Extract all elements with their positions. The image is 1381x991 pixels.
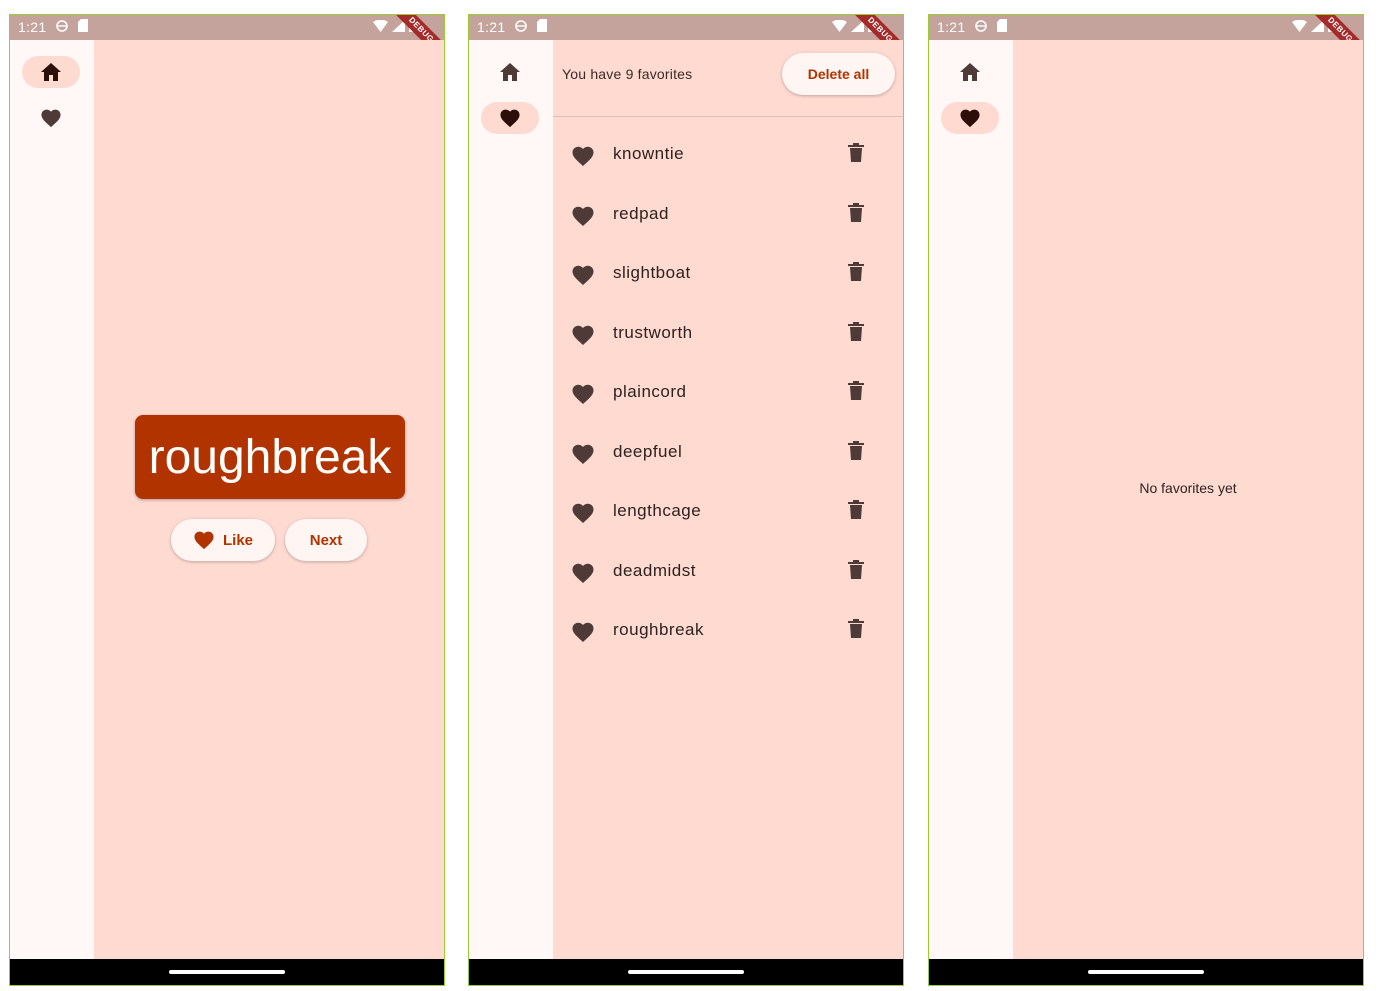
sync-icon [515, 19, 527, 32]
favorite-name: lengthcage [613, 501, 702, 520]
rail-item-favorites[interactable] [941, 102, 999, 134]
favorite-list-item: roughbreak [553, 601, 903, 661]
rail-item-home[interactable] [22, 56, 80, 88]
favorite-list-item: lengthcage [553, 482, 903, 542]
navigation-rail [10, 40, 94, 959]
heart-icon [500, 109, 520, 128]
home-icon [500, 63, 520, 81]
status-time: 1:21 [18, 19, 47, 35]
navigation-rail [469, 40, 553, 959]
favorites-page: You have 9 favorites Delete all knowntie… [553, 40, 903, 959]
sd-card-icon [537, 19, 547, 32]
delete-icon[interactable] [847, 262, 865, 282]
favorite-name: trustworth [613, 322, 693, 342]
heart-icon [41, 109, 61, 128]
favorite-name: roughbreak [613, 620, 705, 639]
favorite-list-item: deadmidst [553, 542, 903, 602]
favorite-list-item: plaincord [553, 363, 903, 423]
delete-all-button-label: Delete all [807, 66, 870, 82]
heart-icon [960, 109, 980, 128]
heart-icon [572, 325, 594, 345]
wifi-icon [832, 19, 847, 32]
wifi-icon [373, 19, 388, 32]
empty-favorites-message: No favorites yet [1139, 480, 1237, 496]
next-button-label: Next [309, 531, 343, 549]
system-nav-bar [929, 959, 1363, 985]
favorite-name: plaincord [613, 382, 687, 401]
home-icon [41, 63, 61, 81]
status-bar: 1:21 DEBUG [10, 15, 444, 67]
empty-favorites-page: No favorites yet [1013, 40, 1363, 959]
heart-icon [572, 563, 594, 583]
delete-icon[interactable] [847, 500, 865, 520]
rail-item-home[interactable] [941, 56, 999, 88]
rail-item-favorites[interactable] [481, 102, 539, 134]
system-nav-bar [10, 959, 444, 985]
delete-icon[interactable] [847, 619, 865, 639]
like-button[interactable]: Like [171, 519, 275, 561]
favorite-list-item: deepfuel [553, 423, 903, 483]
favorite-list-item: redpad [553, 185, 903, 245]
navigation-rail [929, 40, 1013, 959]
heart-icon [572, 265, 594, 285]
heart-icon [194, 531, 214, 550]
delete-icon[interactable] [847, 381, 865, 401]
status-time: 1:21 [937, 19, 966, 35]
divider [553, 116, 903, 117]
delete-icon[interactable] [847, 143, 865, 163]
sync-icon [975, 19, 987, 32]
wifi-icon [1292, 19, 1307, 32]
like-button-label: Like [222, 531, 253, 549]
heart-icon [572, 622, 594, 642]
status-bar: 1:21 DEBUG [469, 15, 903, 67]
favorites-list: knowntie redpad slightboat trustworth plainc… [553, 125, 903, 661]
favorite-name: slightboat [613, 263, 691, 282]
word-pair-text: roughbreak [148, 430, 392, 484]
heart-icon [572, 206, 594, 226]
sd-card-icon [78, 19, 88, 32]
rail-item-favorites[interactable] [22, 102, 80, 134]
phone-screen-empty-favorites: 1:21 DEBUG No favorites yet [928, 14, 1364, 986]
favorite-list-item: knowntie [553, 125, 903, 185]
favorite-name: knowntie [613, 144, 685, 163]
favorite-name: redpad [613, 203, 669, 223]
delete-icon[interactable] [847, 321, 865, 342]
favorite-name: deadmidst [613, 560, 696, 580]
heart-icon [572, 384, 594, 404]
favorite-list-item: slightboat [553, 244, 903, 304]
favorite-list-item: trustworth [553, 304, 903, 364]
home-gesture-bar[interactable] [628, 970, 744, 974]
home-gesture-bar[interactable] [1088, 970, 1204, 974]
sync-icon [56, 19, 68, 32]
phone-screen-generator: 1:21 DEBUG roughbreak Like Next [9, 14, 445, 986]
heart-icon [572, 444, 594, 464]
home-gesture-bar[interactable] [169, 970, 285, 974]
generator-page: roughbreak Like Next [94, 40, 444, 959]
delete-all-button[interactable]: Delete all [782, 53, 895, 95]
next-button[interactable]: Next [285, 519, 367, 561]
delete-icon[interactable] [847, 559, 865, 580]
favorites-count-text: You have 9 favorites [562, 66, 693, 82]
sd-card-icon [997, 19, 1007, 32]
delete-icon[interactable] [847, 440, 865, 461]
system-nav-bar [469, 959, 903, 985]
phone-screen-favorites: 1:21 DEBUG You have 9 favorites Delete a… [468, 14, 904, 986]
word-pair-card: roughbreak [135, 415, 405, 499]
favorite-name: deepfuel [613, 441, 683, 461]
status-time: 1:21 [477, 19, 506, 35]
heart-icon [572, 503, 594, 523]
delete-icon[interactable] [847, 202, 865, 223]
home-icon [960, 63, 980, 81]
rail-item-home[interactable] [481, 56, 539, 88]
status-bar: 1:21 DEBUG [929, 15, 1363, 67]
heart-icon [572, 146, 594, 166]
